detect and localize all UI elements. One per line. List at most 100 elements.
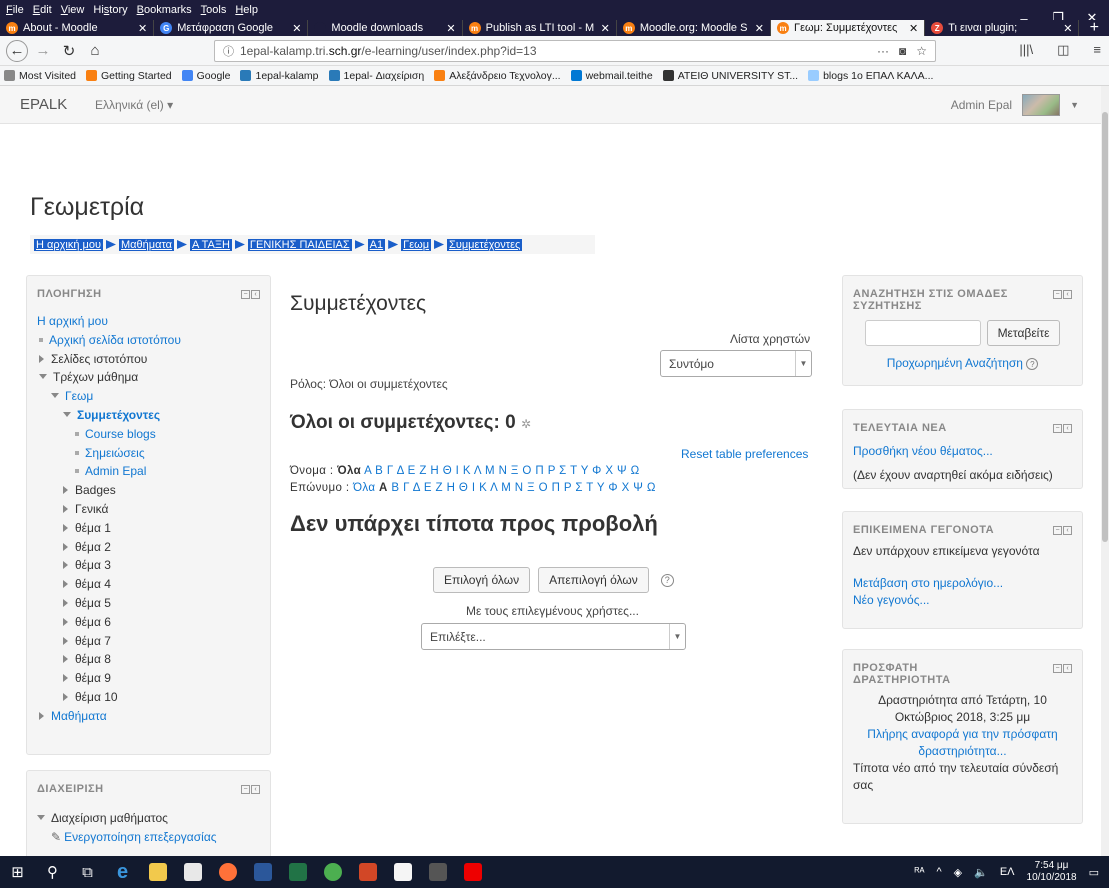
search-icon[interactable]: ⚲ [35, 856, 70, 888]
tab-0[interactable]: m About - Moodle ✕ [0, 20, 155, 36]
bookmark-item[interactable]: webmail.teithe [570, 70, 653, 82]
nav-item[interactable]: θέμα 4 [37, 575, 260, 594]
close-tab-icon[interactable]: ✕ [446, 22, 455, 35]
initial-letter[interactable]: Ξ [527, 482, 535, 494]
initial-letter[interactable]: Θ [443, 465, 452, 477]
nav-item[interactable]: Σημειώσεις [37, 444, 260, 463]
initial-letter[interactable]: Λ [490, 482, 497, 494]
nav-item[interactable]: θέμα 9 [37, 669, 260, 688]
initial-letter[interactable]: Τ [570, 465, 577, 477]
initial-letter[interactable]: Σ [559, 465, 567, 477]
nav-item[interactable]: Γενικά [37, 500, 260, 519]
edge-icon[interactable]: e [105, 856, 140, 888]
windows-start-icon[interactable]: ⊞ [0, 856, 35, 888]
initial-letter[interactable]: Γ [403, 482, 410, 494]
dock-block-icon[interactable]: ‹ [1063, 664, 1072, 673]
bookmark-item[interactable]: blogs 1ο ΕΠΑΛ ΚΑΛΑ... [808, 70, 933, 82]
new-event-link[interactable]: Νέο γεγονός... [853, 593, 1072, 607]
initial-letter[interactable]: Τ [586, 482, 593, 494]
minimize-block-icon[interactable]: − [1053, 290, 1062, 299]
dock-block-icon[interactable]: ‹ [251, 290, 260, 299]
bookmark-item[interactable]: Most Visited [4, 70, 76, 82]
initial-letter[interactable]: Χ [605, 465, 613, 477]
bookmark-item[interactable]: Αλεξάνδρειο Τεχνολογ... [434, 70, 561, 82]
show-hidden-icons-icon[interactable]: ^ [937, 866, 942, 878]
tab-2[interactable]: Moodle downloads ✕ [308, 20, 463, 36]
tab-6[interactable]: Z Τι ειναι plugin; ✕ [925, 20, 1080, 36]
breadcrumb-link[interactable]: Α ΤΑΞΗ [190, 239, 232, 251]
initial-letter[interactable]: Σ [575, 482, 583, 494]
initial-letter[interactable]: Ε [408, 465, 416, 477]
task-view-icon[interactable]: ⧉ [70, 856, 105, 888]
chrome-icon[interactable] [315, 856, 350, 888]
initial-letter[interactable]: Χ [622, 482, 630, 494]
close-tab-icon[interactable]: ✕ [909, 22, 918, 35]
nav-item[interactable]: Badges [37, 481, 260, 500]
course-admin-item[interactable]: Διαχείριση μαθήματος [37, 809, 260, 828]
firefox-icon[interactable] [210, 856, 245, 888]
initial-letter[interactable]: Ι [472, 482, 476, 494]
help-icon[interactable]: ? [660, 573, 674, 587]
tab-5[interactable]: m Γεωμ: Συμμετέχοντες ✕ [771, 20, 926, 36]
nav-item[interactable]: θέμα 5 [37, 594, 260, 613]
forward-icon[interactable]: → [32, 40, 54, 62]
with-selected-select[interactable]: Επιλέξτε... ▼ [421, 623, 686, 650]
initial-letter[interactable]: Μ [485, 465, 495, 477]
document-icon[interactable] [385, 856, 420, 888]
store-icon[interactable] [175, 856, 210, 888]
close-tab-icon[interactable]: ✕ [138, 22, 147, 35]
tab-4[interactable]: m Moodle.org: Moodle S ✕ [617, 20, 772, 36]
nav-item[interactable]: θέμα 1 [37, 519, 260, 538]
initial-letter[interactable]: Κ [463, 465, 471, 477]
initial-letter[interactable]: Κ [479, 482, 487, 494]
nav-item[interactable]: θέμα 3 [37, 556, 260, 575]
minimize-block-icon[interactable]: − [1053, 526, 1062, 535]
acrobat-icon[interactable] [455, 856, 490, 888]
advanced-search-link[interactable]: Προχωρημένη Αναζήτηση [887, 356, 1023, 370]
dock-block-icon[interactable]: ‹ [1063, 290, 1072, 299]
nav-item[interactable]: Συμμετέχοντες [37, 406, 260, 425]
notifications-icon[interactable]: ▭ [1089, 866, 1099, 879]
back-icon[interactable]: ← [6, 39, 28, 62]
menu-help[interactable]: Help [235, 4, 258, 16]
new-tab-icon[interactable]: + [1079, 19, 1109, 36]
initial-letter[interactable]: Β [375, 465, 383, 477]
edit-on-item[interactable]: ✎ Ενεργοποίηση επεξεργασίας [37, 828, 260, 847]
page-scrollbar[interactable] [1101, 86, 1109, 856]
initial-letter[interactable]: Δ [413, 482, 420, 494]
dock-block-icon[interactable]: ‹ [251, 785, 260, 794]
powerpoint-icon[interactable] [350, 856, 385, 888]
minimize-block-icon[interactable]: − [1053, 664, 1062, 673]
nav-item[interactable]: Σελίδες ιστοτόπου [37, 350, 260, 369]
initial-letter[interactable]: Ζ [419, 465, 426, 477]
initial-letter[interactable]: Ψ [633, 482, 643, 494]
nav-item[interactable]: θέμα 8 [37, 650, 260, 669]
dock-block-icon[interactable]: ‹ [1063, 526, 1072, 535]
clock[interactable]: 7:54 μμ 10/10/2018 [1027, 860, 1077, 884]
initial-letter[interactable]: Φ [608, 482, 618, 494]
calendar-link[interactable]: Μετάβαση στο ημερολόγιο... [853, 576, 1072, 590]
breadcrumb-link[interactable]: Γεωμ [401, 239, 432, 251]
close-tab-icon[interactable]: ✕ [755, 22, 764, 35]
nav-item[interactable]: θέμα 6 [37, 613, 260, 632]
minimize-block-icon[interactable]: − [1053, 424, 1062, 433]
breadcrumb-link[interactable]: Η αρχική μου [34, 239, 103, 251]
bookmark-star-icon[interactable]: ☆ [916, 44, 927, 58]
minimize-block-icon[interactable]: − [241, 785, 250, 794]
menu-bookmarks[interactable]: Bookmarks [137, 4, 192, 16]
nav-item[interactable]: Γεωμ [37, 387, 260, 406]
close-tab-icon[interactable]: ✕ [601, 22, 610, 35]
user-list-select[interactable]: Συντόμο ▼ [660, 350, 812, 377]
initial-letter[interactable]: Δ [397, 465, 404, 477]
info-icon[interactable]: ⓘ [223, 43, 234, 59]
deselect-all-button[interactable]: Απεπιλογή όλων [538, 567, 649, 593]
close-tab-icon[interactable]: ✕ [292, 22, 301, 35]
initial-letter[interactable]: Ρ [564, 482, 572, 494]
pocket-icon[interactable]: ◙ [899, 44, 906, 58]
initial-letter[interactable]: Β [391, 482, 399, 494]
forum-search-input[interactable] [864, 320, 981, 346]
initial-letter[interactable]: Ρ [548, 465, 556, 477]
initial-letter[interactable]: Α [379, 482, 388, 494]
nav-item[interactable]: Admin Epal [37, 462, 260, 481]
bookmark-item[interactable]: Getting Started [86, 70, 172, 82]
